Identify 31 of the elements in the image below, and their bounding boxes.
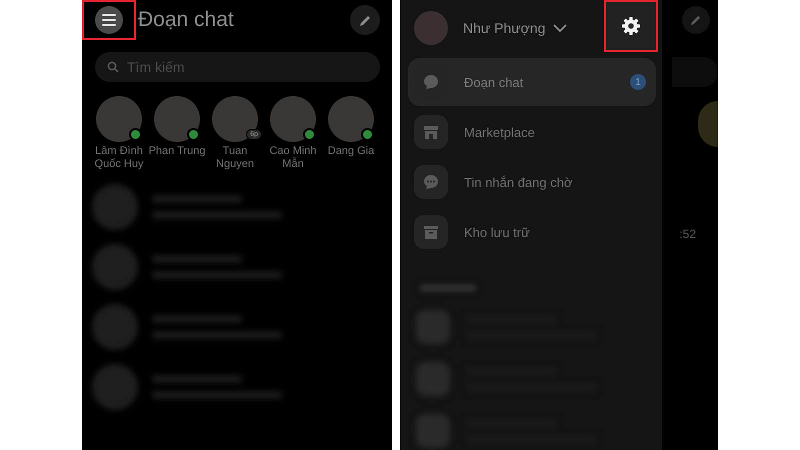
- menu-button[interactable]: [95, 6, 123, 34]
- avatar-circle[interactable]: [270, 96, 316, 142]
- store-icon: [423, 124, 439, 140]
- speech-bubble-icon: [423, 74, 439, 90]
- chat-time: :52: [679, 227, 696, 241]
- settings-icon[interactable]: [621, 16, 641, 36]
- story-name: Dang Gia: [328, 145, 374, 158]
- avatar-circle[interactable]: [328, 96, 374, 142]
- story-name: Lâm Đình Quốc Huy: [94, 145, 144, 171]
- pencil-icon: [690, 14, 702, 26]
- compose-button[interactable]: [682, 6, 710, 34]
- compose-button[interactable]: [350, 5, 380, 35]
- drawer-menu-item[interactable]: Đoạn chat 1: [408, 58, 656, 106]
- profile-name[interactable]: Như Phượng: [463, 20, 546, 36]
- speech-bubble-dots-icon: [423, 174, 439, 190]
- chevron-down-icon[interactable]: [553, 24, 568, 32]
- drawer-menu-item[interactable]: Kho lưu trữ: [408, 208, 656, 256]
- drawer-menu-item[interactable]: Tin nhắn đang chờ: [408, 158, 656, 206]
- avatar-circle[interactable]: [96, 96, 142, 142]
- search-field[interactable]: [672, 57, 718, 87]
- story-name: Phan Trung: [148, 145, 206, 158]
- archive-box-icon: [423, 224, 439, 240]
- avatar-circle[interactable]: [154, 96, 200, 142]
- screen-title: Đoạn chat: [138, 8, 235, 32]
- menu-icon: [102, 14, 116, 26]
- pencil-icon: [358, 14, 372, 26]
- search-icon: [107, 61, 119, 73]
- story-name: Tuan Nguyen: [215, 145, 255, 171]
- story-name: Cao Minh Mẫn: [268, 145, 318, 171]
- unread-count-badge: 1: [630, 74, 646, 90]
- drawer-menu-item[interactable]: Marketplace: [408, 108, 656, 156]
